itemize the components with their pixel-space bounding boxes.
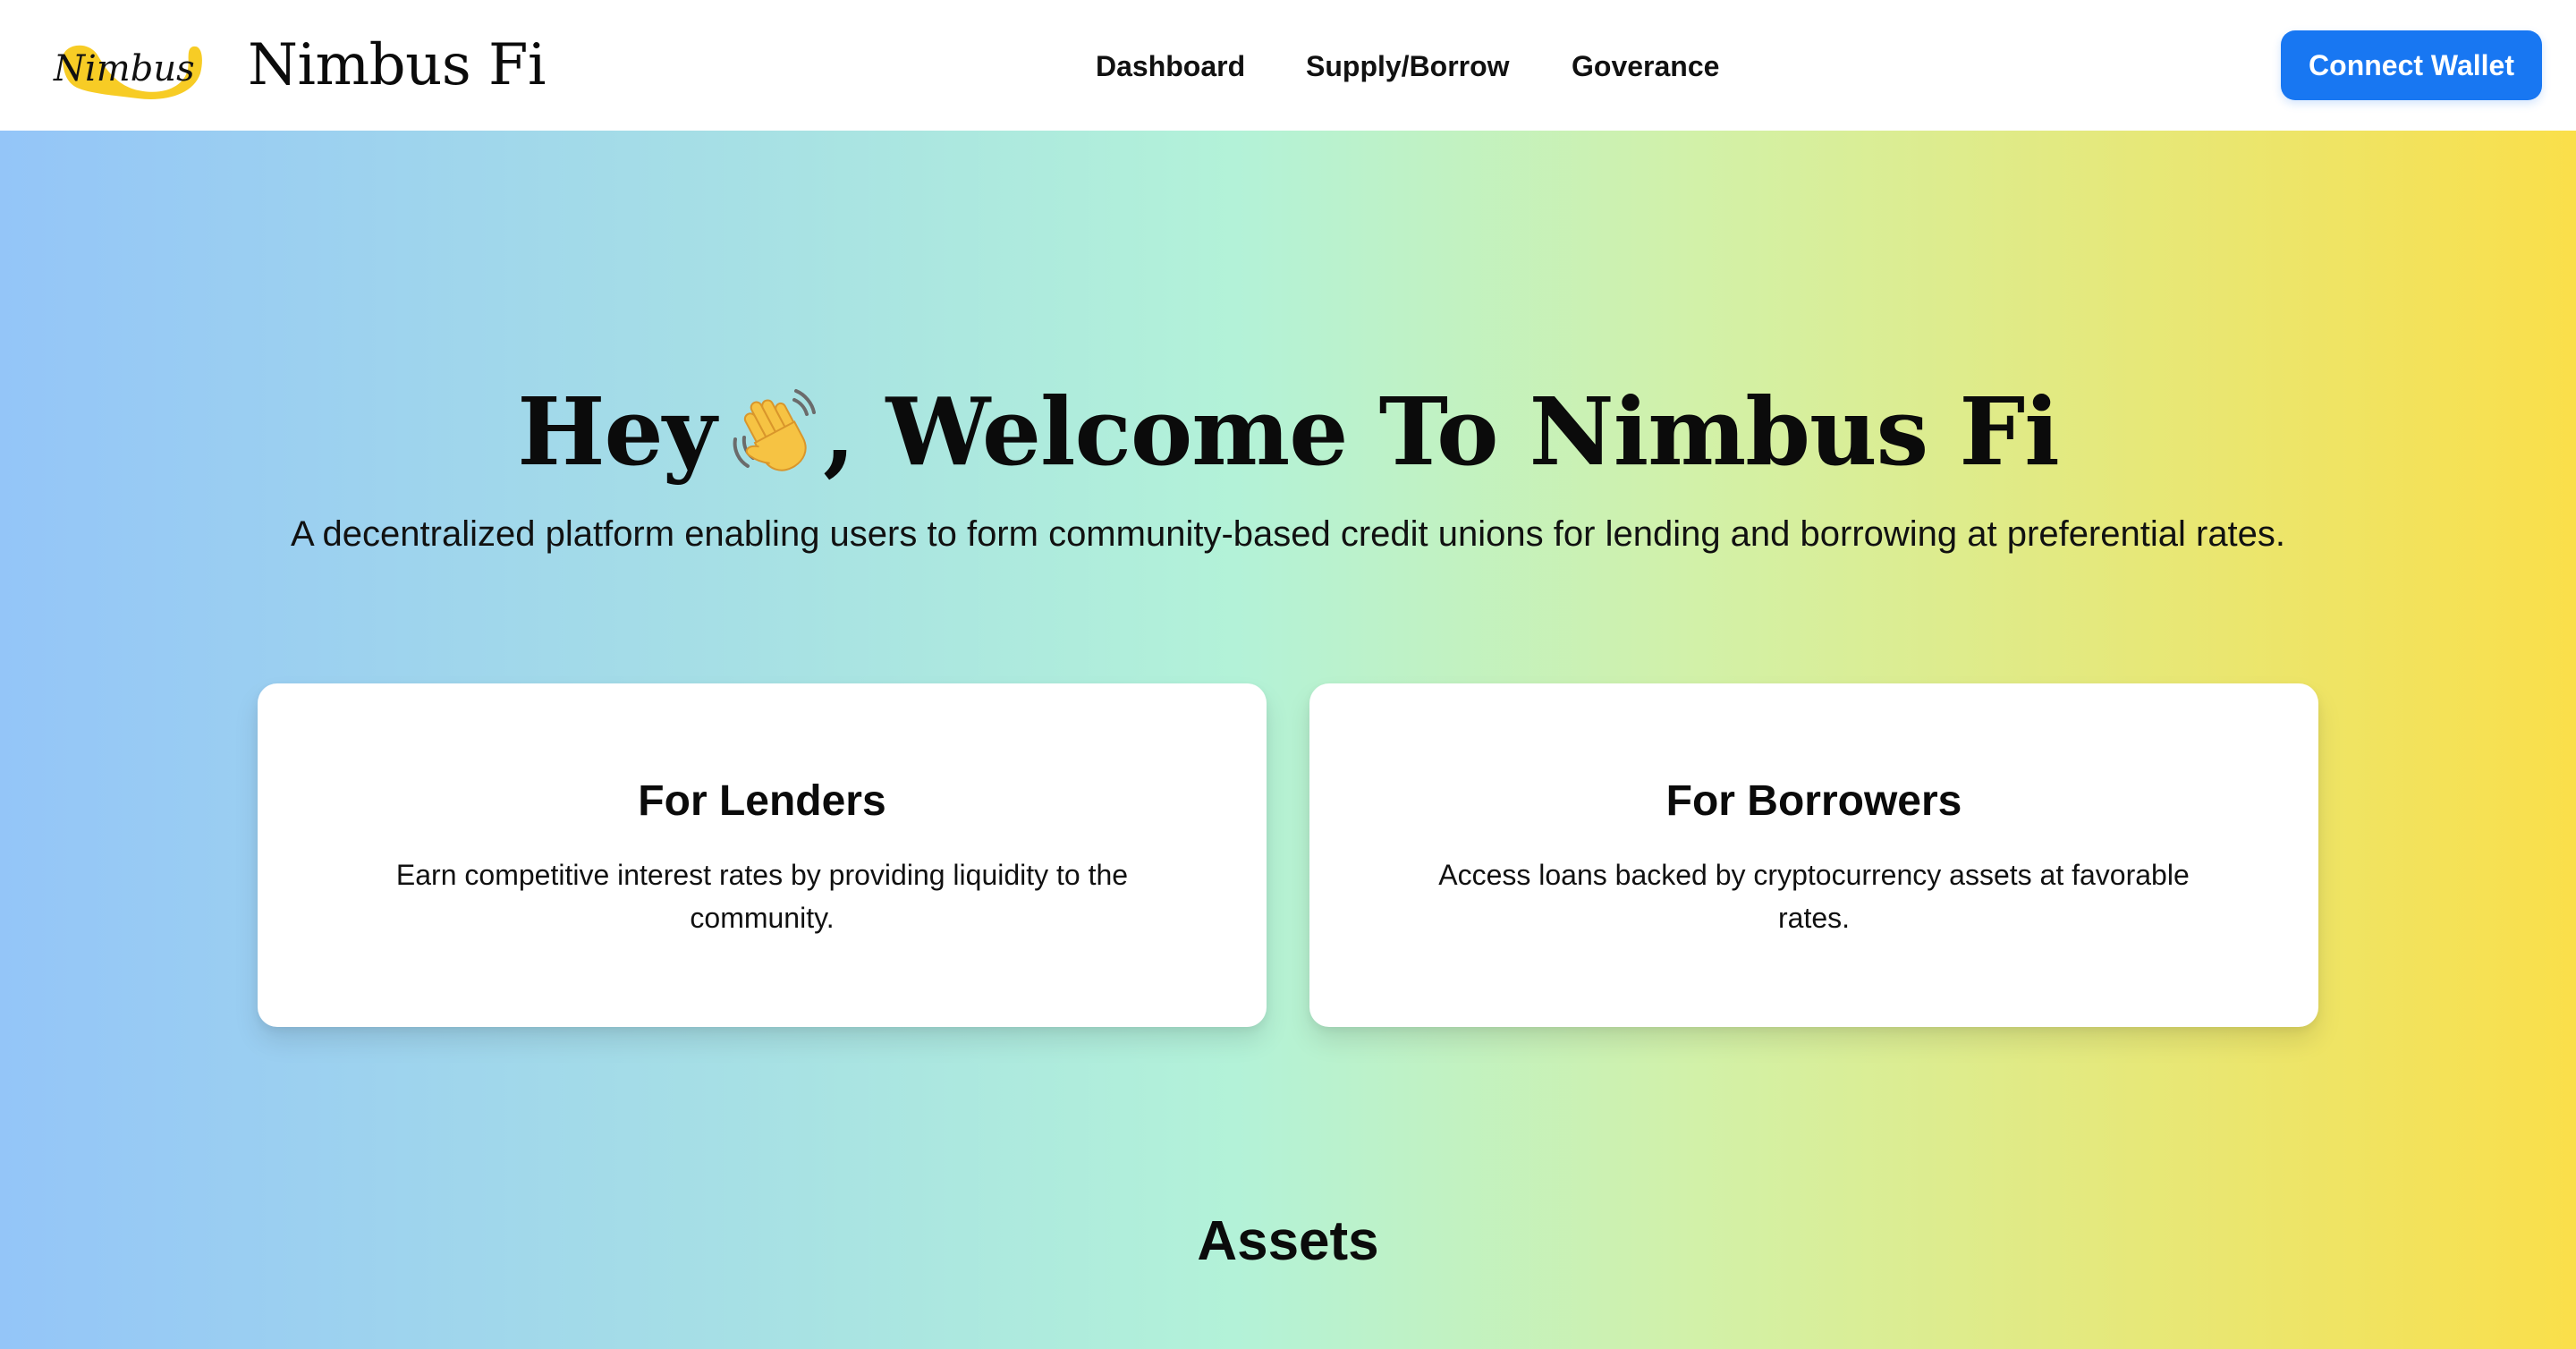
hero-section: Hey , Welcome To Nimbus Fi A decentraliz… (0, 131, 2576, 1349)
nav-supply-borrow[interactable]: Supply/Borrow (1306, 45, 1510, 88)
nav-dashboard[interactable]: Dashboard (1096, 45, 1245, 88)
hero-subtitle: A decentralized platform enabling users … (290, 514, 2286, 554)
waving-hand-icon (726, 384, 819, 477)
borrowers-card: For Borrowers Access loans backed by cry… (1309, 683, 2318, 1027)
top-navbar: Nimbus Nimbus Fi Dashboard Supply/Borrow… (0, 0, 2576, 131)
nav-governance[interactable]: Goverance (1572, 45, 1719, 88)
assets-heading: Assets (1197, 1210, 1379, 1272)
main-nav: Dashboard Supply/Borrow Goverance (0, 45, 2576, 88)
card-description: Access loans backed by cryptocurrency as… (1438, 859, 2190, 934)
card-title: For Borrowers (1665, 777, 1962, 825)
connect-wallet-button[interactable]: Connect Wallet (2281, 30, 2542, 100)
hero-title-prefix: Hey (517, 377, 716, 487)
lenders-card: For Lenders Earn competitive interest ra… (258, 683, 1267, 1027)
hero-title: Hey , Welcome To Nimbus Fi (0, 374, 2576, 490)
card-title: For Lenders (638, 777, 886, 825)
card-description: Earn competitive interest rates by provi… (395, 859, 1129, 934)
hero-title-suffix: , Welcome To Nimbus Fi (823, 377, 2060, 487)
